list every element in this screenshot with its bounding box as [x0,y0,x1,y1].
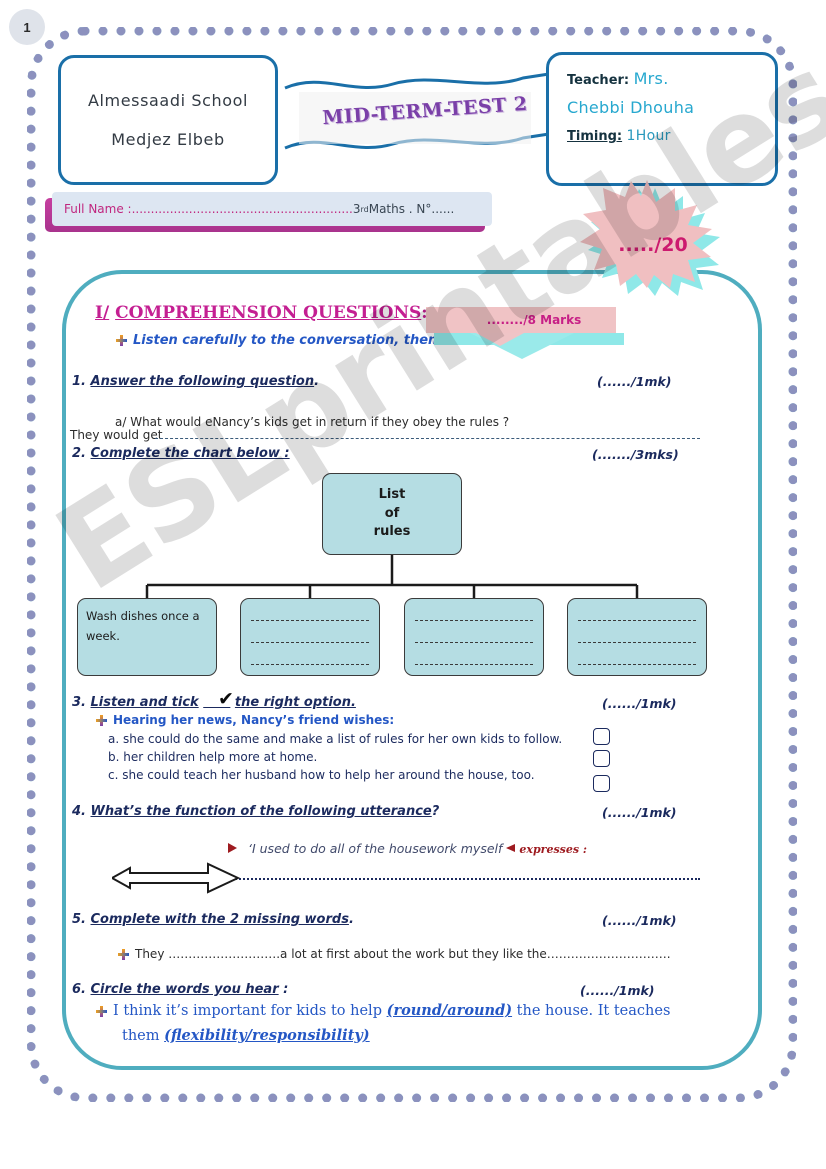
total-score-text: ...../20 [618,234,688,256]
timing-label: Timing: [567,129,623,144]
chart-leaf-lines-2 [249,606,371,668]
checkbox-option-b[interactable] [593,750,610,767]
teacher-row: Teacher: Mrs. [567,69,775,89]
class-number: 3 [352,202,361,216]
chart-leaf-text-1: Wash dishes once a week. [86,609,200,644]
fullname-label: Full Name : [64,202,132,216]
checkbox-option-a[interactable] [593,728,610,745]
class-rest: Maths . N°...... [368,202,455,216]
class-ordinal-suffix: rd [360,204,369,214]
chart-leaf-lines-4 [576,606,698,668]
chart-leaf-box-1[interactable]: Wash dishes once a week. [77,598,217,676]
chart-root-box: List of rules [322,473,462,555]
section-marks-banner: ......../8 Marks [426,307,616,333]
chart-root-line-1: List [378,486,406,502]
teacher-info-box: Teacher: Mrs. Chebbi Dhouha Timing: 1Hou… [546,52,778,186]
fullname-dots: ........................................… [131,202,353,216]
checkbox-option-c[interactable] [593,775,610,792]
chart-leaf-box-3[interactable] [404,598,544,676]
school-name-line2: Medjez Elbeb [111,130,225,149]
block-arrow-icon [112,862,240,894]
total-score-burst: ...../20 [578,178,720,296]
teacher-name-row: Chebbi Dhouha [567,98,775,118]
teacher-label: Teacher: [567,73,630,88]
section-marks-text: ......../8 Marks [486,313,582,327]
chart-leaf-lines-3 [413,606,535,668]
page-number-badge: 1 [9,9,45,45]
school-name-box: Almessaadi School Medjez Elbeb [58,55,278,185]
red-arrow-bullet-icon [228,843,237,853]
teacher-fullname: Chebbi Dhouha [567,98,695,117]
timing-row: Timing: 1Hour [567,127,775,145]
chart-leaf-box-4[interactable] [567,598,707,676]
timing-value: 1Hour [626,128,671,144]
chart-root-line-2: of [384,505,400,521]
chart-leaf-box-2[interactable] [240,598,380,676]
teacher-title: Mrs. [633,69,669,88]
school-name-line1: Almessaadi School [87,91,249,110]
chart-root-line-3: rules [373,524,411,540]
fullname-bar[interactable]: Full Name :.............................… [52,192,492,226]
page-number: 1 [23,19,31,35]
